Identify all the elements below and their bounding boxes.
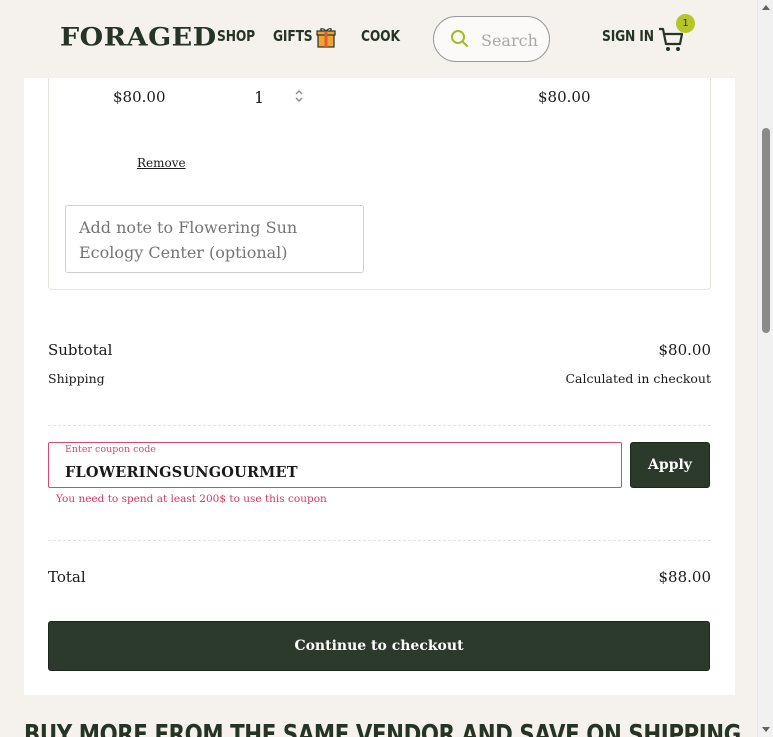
cart-panel: $80.00 1 $80.00 Remove Subtotal $80.00 S… bbox=[24, 78, 735, 695]
quantity-stepper-icon[interactable] bbox=[294, 88, 304, 104]
coupon-field[interactable]: Enter coupon code bbox=[48, 442, 622, 488]
total-label: Total bbox=[48, 568, 86, 586]
sign-in-link[interactable]: SIGN IN bbox=[602, 27, 654, 45]
apply-coupon-button[interactable]: Apply bbox=[630, 442, 710, 488]
divider bbox=[48, 540, 711, 541]
site-header: FORAGED SHOP GIFTS COOK SIGN IN 1 bbox=[0, 0, 757, 78]
search-box[interactable] bbox=[433, 16, 550, 62]
gift-icon[interactable] bbox=[316, 26, 336, 48]
nav-cook[interactable]: COOK bbox=[361, 27, 400, 45]
shipping-value: Calculated in checkout bbox=[565, 371, 711, 386]
scroll-thumb[interactable] bbox=[762, 128, 770, 333]
remove-item-link[interactable]: Remove bbox=[137, 156, 186, 170]
subtotal-value: $80.00 bbox=[658, 341, 712, 359]
scroll-down-icon[interactable] bbox=[762, 727, 770, 732]
shipping-label: Shipping bbox=[48, 371, 105, 386]
continue-to-checkout-button[interactable]: Continue to checkout bbox=[48, 621, 710, 671]
coupon-label: Enter coupon code bbox=[65, 444, 156, 455]
total-value: $88.00 bbox=[658, 568, 712, 586]
cart-item-card: $80.00 1 $80.00 Remove bbox=[48, 78, 711, 290]
scroll-up-icon[interactable] bbox=[762, 5, 770, 10]
page-scrollbar[interactable] bbox=[757, 0, 773, 737]
search-icon[interactable] bbox=[450, 29, 470, 49]
cart-count-badge: 1 bbox=[676, 14, 695, 33]
nav-gifts[interactable]: GIFTS bbox=[273, 27, 313, 45]
coupon-error-message: You need to spend at least 200$ to use t… bbox=[56, 493, 327, 505]
item-line-total: $80.00 bbox=[538, 88, 591, 106]
item-unit-price: $80.00 bbox=[113, 88, 166, 106]
search-input[interactable] bbox=[481, 29, 547, 51]
nav-shop[interactable]: SHOP bbox=[217, 27, 255, 45]
vendor-note-field[interactable] bbox=[65, 205, 364, 273]
subtotal-label: Subtotal bbox=[48, 341, 113, 359]
divider bbox=[48, 425, 711, 426]
foraged-logo[interactable]: FORAGED bbox=[60, 23, 217, 52]
vendor-upsell-heading: BUY MORE FROM THE SAME VENDOR AND SAVE O… bbox=[24, 720, 741, 737]
coupon-input[interactable] bbox=[65, 461, 605, 483]
item-quantity[interactable]: 1 bbox=[254, 88, 264, 107]
